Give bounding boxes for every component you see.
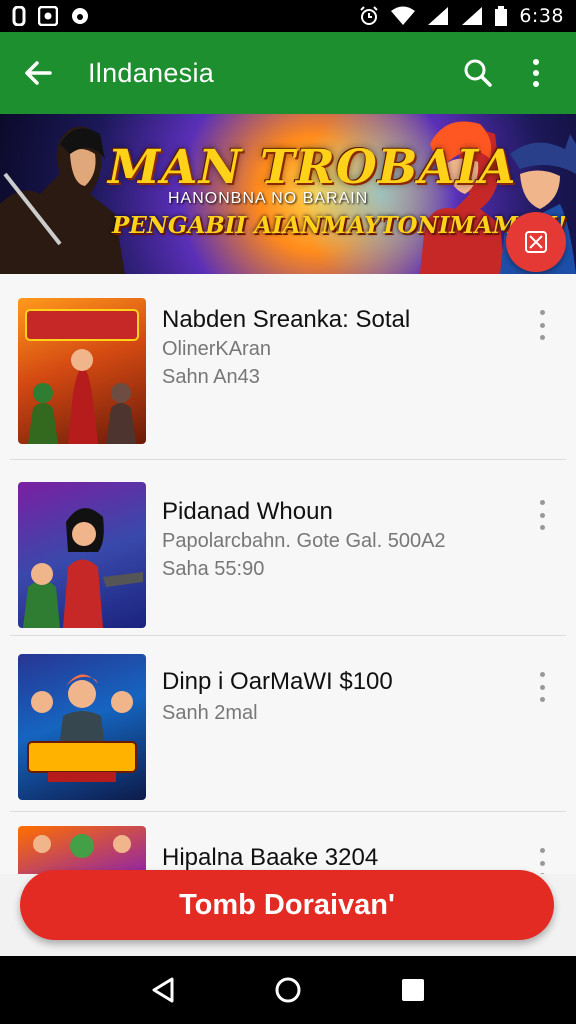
list-item[interactable]: Pidanad Whoun Papolarcbahn. Gote Gal. 50… xyxy=(10,460,566,636)
item-title: Nabden Sreanka: Sotal xyxy=(162,306,411,333)
game-thumbnail xyxy=(18,298,146,444)
item-title: Hipalna Baake 3204 xyxy=(162,844,379,871)
item-subtitle: Papolarcbahn. Gote Gal. 500A2 xyxy=(162,530,446,552)
status-bar: 6:38 xyxy=(0,0,576,32)
signal-icon xyxy=(461,6,483,26)
status-time: 6:38 xyxy=(519,5,564,27)
notification-icon xyxy=(12,6,26,26)
promo-banner[interactable]: MAN TROBAIA HANONBNA NO BARAIN PENGABII … xyxy=(0,114,576,274)
nav-recents-button[interactable] xyxy=(393,970,433,1010)
item-more-button[interactable] xyxy=(530,848,554,874)
item-subtitle: OlinerKAran xyxy=(162,338,271,360)
page-title: Ilndanesia xyxy=(88,57,215,88)
battery-icon xyxy=(495,6,508,26)
app-bar: Ilndanesia xyxy=(0,32,576,114)
wifi-icon xyxy=(391,6,416,26)
primary-cta-button[interactable]: Tomb Doraivan' xyxy=(20,870,554,940)
list-item[interactable]: Nabden Sreanka: Sotal OlinerKAran Sahn A… xyxy=(10,274,566,460)
square-recents-icon xyxy=(402,979,425,1001)
list-item[interactable]: Hipalna Baake 3204 xyxy=(10,812,566,874)
image-icon xyxy=(38,6,58,26)
system-nav-bar xyxy=(0,956,576,1024)
dot-icon xyxy=(70,6,90,26)
banner-fab-button[interactable] xyxy=(506,212,566,272)
banner-tagline: PENGABII AIANMAYTONIMAMEN! xyxy=(112,212,567,239)
circle-home-icon xyxy=(275,977,301,1003)
search-button[interactable] xyxy=(456,51,500,95)
search-icon xyxy=(464,59,492,87)
overflow-menu-button[interactable] xyxy=(514,51,558,95)
list-item[interactable]: Dinp i OarMaWI $100 Sanh 2mal xyxy=(10,636,566,812)
item-subtitle: Sanh 2mal xyxy=(162,702,258,724)
banner-subtitle: HANONBNA NO BARAIN xyxy=(168,190,369,207)
arrow-left-icon xyxy=(25,61,52,85)
item-more-button[interactable] xyxy=(530,672,554,702)
back-button[interactable] xyxy=(18,53,58,93)
close-box-icon xyxy=(525,231,547,253)
item-more-button[interactable] xyxy=(530,310,554,340)
more-vertical-icon xyxy=(533,59,539,87)
game-thumbnail xyxy=(18,826,146,874)
item-title: Pidanad Whoun xyxy=(162,498,333,525)
game-list: Nabden Sreanka: Sotal OlinerKAran Sahn A… xyxy=(0,274,576,874)
nav-home-button[interactable] xyxy=(268,970,308,1010)
item-detail: Saha 55:90 xyxy=(162,558,265,580)
nav-back-button[interactable] xyxy=(143,970,183,1010)
game-thumbnail xyxy=(18,482,146,628)
banner-title: MAN TROBAIA xyxy=(108,140,517,195)
alarm-icon xyxy=(359,6,379,26)
item-detail: Sahn An43 xyxy=(162,366,260,388)
item-more-button[interactable] xyxy=(530,500,554,530)
item-title: Dinp i OarMaWI $100 xyxy=(162,668,393,695)
signal-icon xyxy=(427,6,449,26)
game-thumbnail xyxy=(18,654,146,800)
triangle-back-icon xyxy=(152,977,174,1003)
